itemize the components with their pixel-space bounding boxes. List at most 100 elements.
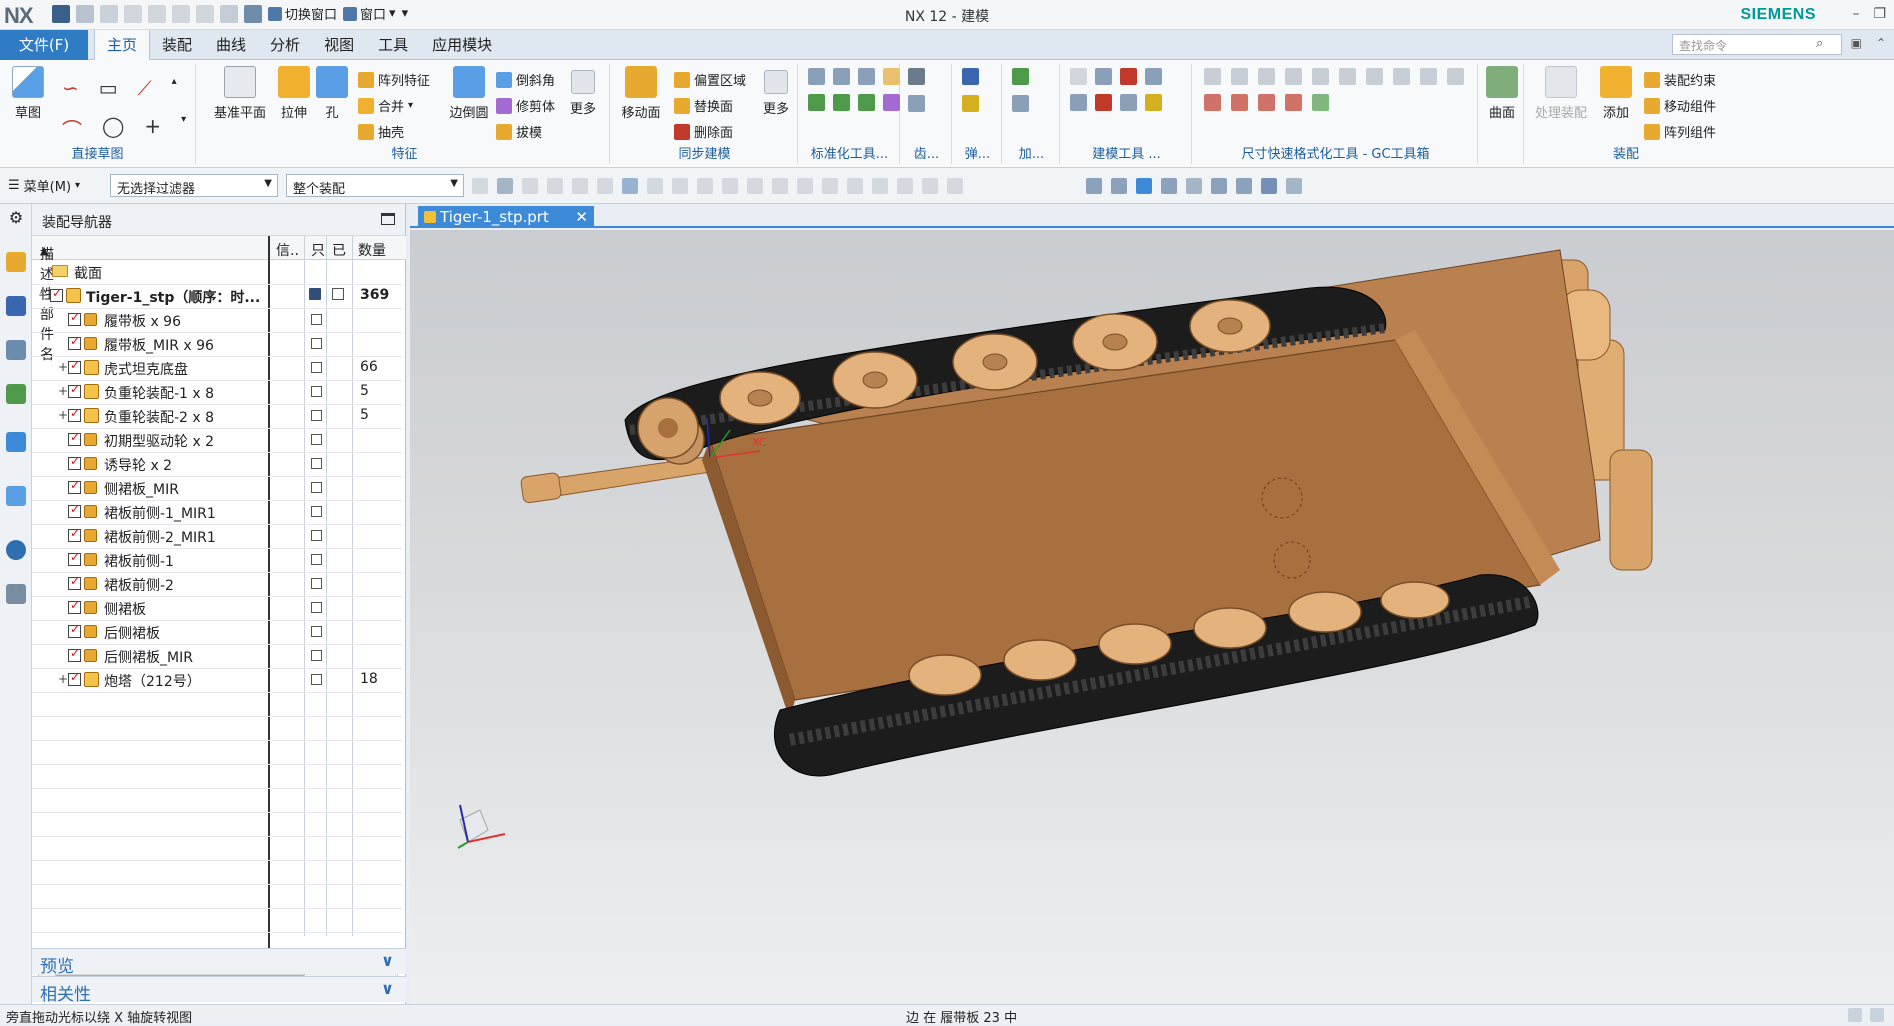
restore-icon[interactable]: ❐ (1873, 6, 1886, 22)
expand-icon[interactable]: + (58, 672, 68, 686)
tree-row[interactable]: 裙板前侧-1_MIR1 (32, 500, 406, 524)
repeat-command-icon[interactable] (220, 4, 238, 23)
status-icon[interactable] (1848, 1008, 1862, 1022)
visibility-checkbox[interactable] (68, 502, 81, 518)
web-browser-icon[interactable] (6, 432, 26, 452)
role-icon[interactable] (6, 584, 26, 604)
pan-icon[interactable] (1161, 178, 1177, 194)
tab-tools[interactable]: 工具 (366, 30, 420, 60)
tool-icon[interactable] (1231, 94, 1248, 111)
chevron-down-icon[interactable]: ▴ (172, 76, 177, 100)
paste-icon[interactable] (172, 4, 190, 23)
tree-row[interactable]: − Tiger-1_stp（顺序：时... 369 (32, 284, 406, 308)
tool-icon[interactable] (858, 94, 875, 111)
replace-face-button[interactable]: 替换面 (674, 96, 733, 115)
layer-icon[interactable] (1261, 178, 1277, 194)
chamfer-button[interactable]: 倒斜角 (496, 70, 555, 89)
snap-icon[interactable] (647, 178, 663, 194)
tool-icon[interactable] (1145, 94, 1162, 111)
snap-icon[interactable] (472, 178, 488, 194)
render-style-icon[interactable] (1211, 178, 1227, 194)
switch-window-button[interactable]: 切换窗口 (268, 4, 337, 23)
snap-icon[interactable] (772, 178, 788, 194)
tool-icon[interactable] (833, 68, 850, 85)
dimension-icon[interactable] (1339, 68, 1356, 85)
tool-icon[interactable] (808, 94, 825, 111)
snap-icon[interactable] (922, 178, 938, 194)
collapse-icon[interactable]: − (38, 288, 48, 302)
history-icon[interactable] (6, 486, 26, 506)
clock-icon[interactable] (6, 540, 26, 560)
file-menu-tab[interactable]: 文件(F) (0, 30, 88, 60)
tree-row[interactable]: 诱导轮 x 2 (32, 452, 406, 476)
pattern-feature-button[interactable]: 阵列特征 (358, 70, 430, 89)
add-component-button[interactable]: 添加 (1598, 66, 1634, 121)
tree-row[interactable]: + 炮塔（212号） 18 (32, 668, 406, 692)
collapse-ribbon-icon[interactable]: ⌃ (1876, 36, 1886, 50)
document-tab[interactable]: Tiger-1_stp.prt ✕ (418, 206, 594, 228)
triangle-icon[interactable] (1070, 68, 1087, 85)
3d-viewport[interactable]: XC (410, 230, 1894, 1004)
edge-blend-button[interactable]: 边倒圆 (444, 66, 494, 121)
visibility-checkbox[interactable] (68, 526, 81, 542)
pattern-component-button[interactable]: 阵列组件 (1644, 122, 1716, 141)
tree-row[interactable]: 后侧裙板_MIR (32, 644, 406, 668)
visibility-checkbox[interactable] (68, 598, 81, 614)
undo-icon[interactable] (76, 4, 94, 23)
tool-icon[interactable] (1095, 94, 1112, 111)
dimension-icon[interactable] (1312, 68, 1329, 85)
visibility-checkbox[interactable] (68, 550, 81, 566)
dimension-icon[interactable] (1447, 68, 1464, 85)
visibility-checkbox[interactable] (68, 622, 81, 638)
expand-icon[interactable]: + (58, 408, 68, 422)
dependencies-panel[interactable]: 相关性 ∨ (32, 976, 406, 1005)
visibility-checkbox[interactable] (50, 286, 63, 302)
tree-row[interactable]: 侧裙板_MIR (32, 476, 406, 500)
tree-row[interactable]: + 虎式坦克底盘 66 (32, 356, 406, 380)
copy-icon[interactable] (148, 4, 166, 23)
tree-row[interactable]: 裙板前侧-2 (32, 572, 406, 596)
arc-icon[interactable]: ⌒ (62, 114, 82, 143)
hole-button[interactable]: 孔 (314, 66, 350, 121)
tool-icon[interactable] (1120, 68, 1137, 85)
visibility-checkbox[interactable] (68, 478, 81, 494)
profile-icon[interactable]: ∽ (62, 76, 79, 100)
visibility-checkbox[interactable] (68, 574, 81, 590)
tree-row[interactable]: + 负重轮装配-2 x 8 5 (32, 404, 406, 428)
snap-icon[interactable] (722, 178, 738, 194)
settings-icon[interactable]: ⚙ (6, 208, 26, 228)
snap-icon[interactable] (522, 178, 538, 194)
snap-icon[interactable] (747, 178, 763, 194)
tree-row[interactable]: 截面 (32, 260, 406, 284)
snap-icon[interactable] (547, 178, 563, 194)
move-component-button[interactable]: 移动组件 (1644, 96, 1716, 115)
tree-row[interactable]: 初期型驱动轮 x 2 (32, 428, 406, 452)
tab-home[interactable]: 主页 (94, 30, 151, 61)
tree-row[interactable]: 履带板 x 96 (32, 308, 406, 332)
snap-icon[interactable] (597, 178, 613, 194)
tool-icon[interactable] (858, 68, 875, 85)
sketch-button[interactable]: 草图 (6, 66, 50, 121)
line-icon[interactable]: ⟋ (138, 76, 152, 100)
tool-icon[interactable] (883, 68, 900, 85)
tab-assembly[interactable]: 装配 (150, 30, 204, 60)
tab-view[interactable]: 视图 (312, 30, 366, 60)
dimension-icon[interactable] (1420, 68, 1437, 85)
dimension-icon[interactable] (1366, 68, 1383, 85)
assembly-navigator-icon[interactable] (6, 252, 26, 272)
visibility-checkbox[interactable] (68, 358, 81, 374)
tree-row[interactable]: 裙板前侧-1 (32, 548, 406, 572)
tool-icon[interactable] (1120, 94, 1137, 111)
feature-more-button[interactable]: 更多 (564, 66, 602, 117)
snap-icon[interactable] (797, 178, 813, 194)
tool-icon[interactable] (1312, 94, 1329, 111)
edit-section-icon[interactable] (1236, 178, 1252, 194)
snap-icon[interactable] (672, 178, 688, 194)
gear-icon[interactable] (908, 95, 925, 112)
tree-row[interactable]: + 负重轮装配-1 x 8 5 (32, 380, 406, 404)
preview-panel[interactable]: 预览 ∨ (32, 948, 406, 977)
minimize-icon[interactable]: – (1852, 6, 1859, 22)
tool-icon[interactable] (808, 68, 825, 85)
dimension-icon[interactable] (1393, 68, 1410, 85)
dimension-icon[interactable] (1285, 68, 1302, 85)
